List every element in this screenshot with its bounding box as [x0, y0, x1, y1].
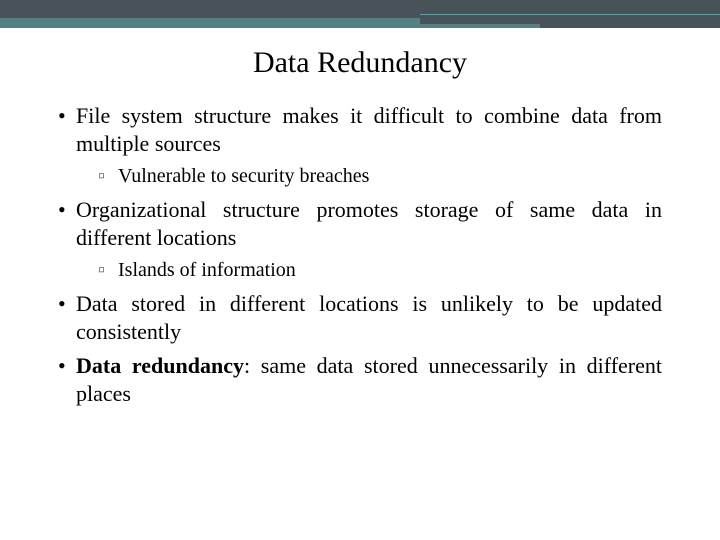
sub-bullet-list: Vulnerable to security breaches — [76, 164, 662, 190]
slide-content: Data Redundancy File system structure ma… — [0, 28, 720, 408]
bullet-text: Data stored in different locations is un… — [76, 291, 662, 344]
slide-title: Data Redundancy — [58, 46, 662, 80]
bullet-item: File system structure makes it difficult… — [58, 102, 662, 190]
bullet-text-bold: Data redundancy — [76, 353, 244, 378]
bullet-text: File system structure makes it difficult… — [76, 103, 662, 156]
bullet-item: Data stored in different locations is un… — [58, 290, 662, 346]
sub-bullet-list: Islands of information — [76, 258, 662, 284]
header-line — [420, 14, 720, 15]
bullet-text: Organizational structure promotes storag… — [76, 197, 662, 250]
sub-bullet-text: Islands of information — [118, 259, 296, 281]
bullet-item: Data redundancy: same data stored unnece… — [58, 352, 662, 408]
sub-bullet-item: Vulnerable to security breaches — [98, 164, 662, 190]
bullet-list: File system structure makes it difficult… — [58, 102, 662, 408]
sub-bullet-item: Islands of information — [98, 258, 662, 284]
header-accent-2 — [420, 24, 540, 28]
bullet-item: Organizational structure promotes storag… — [58, 196, 662, 284]
header-bar — [0, 0, 720, 28]
header-accent — [0, 18, 420, 28]
sub-bullet-text: Vulnerable to security breaches — [118, 165, 369, 187]
